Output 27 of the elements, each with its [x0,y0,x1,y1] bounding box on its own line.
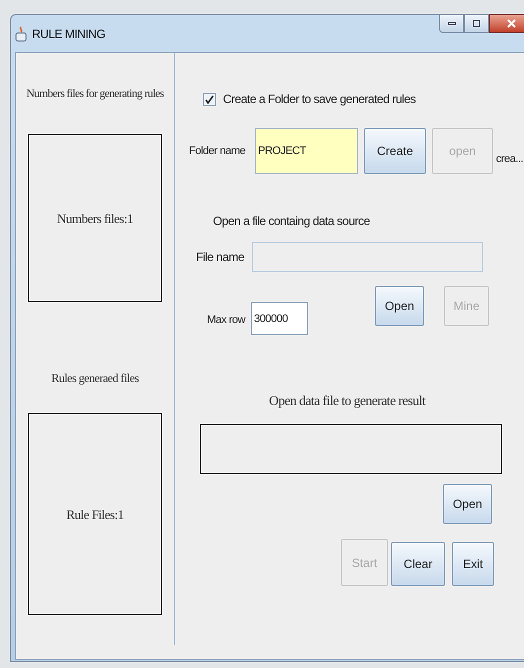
button[interactable]: Exit [452,542,494,586]
close-button[interactable] [489,14,524,33]
checkbox-label: Create a Folder to save generated rules [223,91,416,108]
panel-heading: Rules generaed files [51,370,139,388]
panel-heading: Numbers files for generating rules [26,87,164,102]
check-icon [205,94,214,104]
close-icon [506,19,516,28]
section-heading: Open data file to generate result [269,392,426,410]
section-heading: Open a file containg data source [213,213,371,230]
field-label: Max row [207,313,246,328]
status-text: crea... [496,152,524,167]
rule-files-label: Rule Files:1 [66,506,124,524]
button[interactable]: Clear [391,542,445,586]
field-label: Folder name [189,144,246,159]
folder-name-field[interactable]: PROJECT [255,128,358,174]
maximize-button[interactable] [464,14,489,33]
coffee-cup-icon [15,26,29,42]
button[interactable]: Create [364,128,426,174]
checkbox[interactable] [203,92,216,106]
numbers-files-label: Numbers files:1 [57,210,133,228]
minimize-button[interactable] [439,14,464,33]
button[interactable]: Open [375,286,424,326]
button[interactable]: Open [443,484,492,524]
file-name-field[interactable] [252,242,483,272]
max-row-field[interactable]: 300000 [251,302,308,335]
field-label: File name [196,249,246,266]
window-title: RULE MINING [32,26,106,42]
